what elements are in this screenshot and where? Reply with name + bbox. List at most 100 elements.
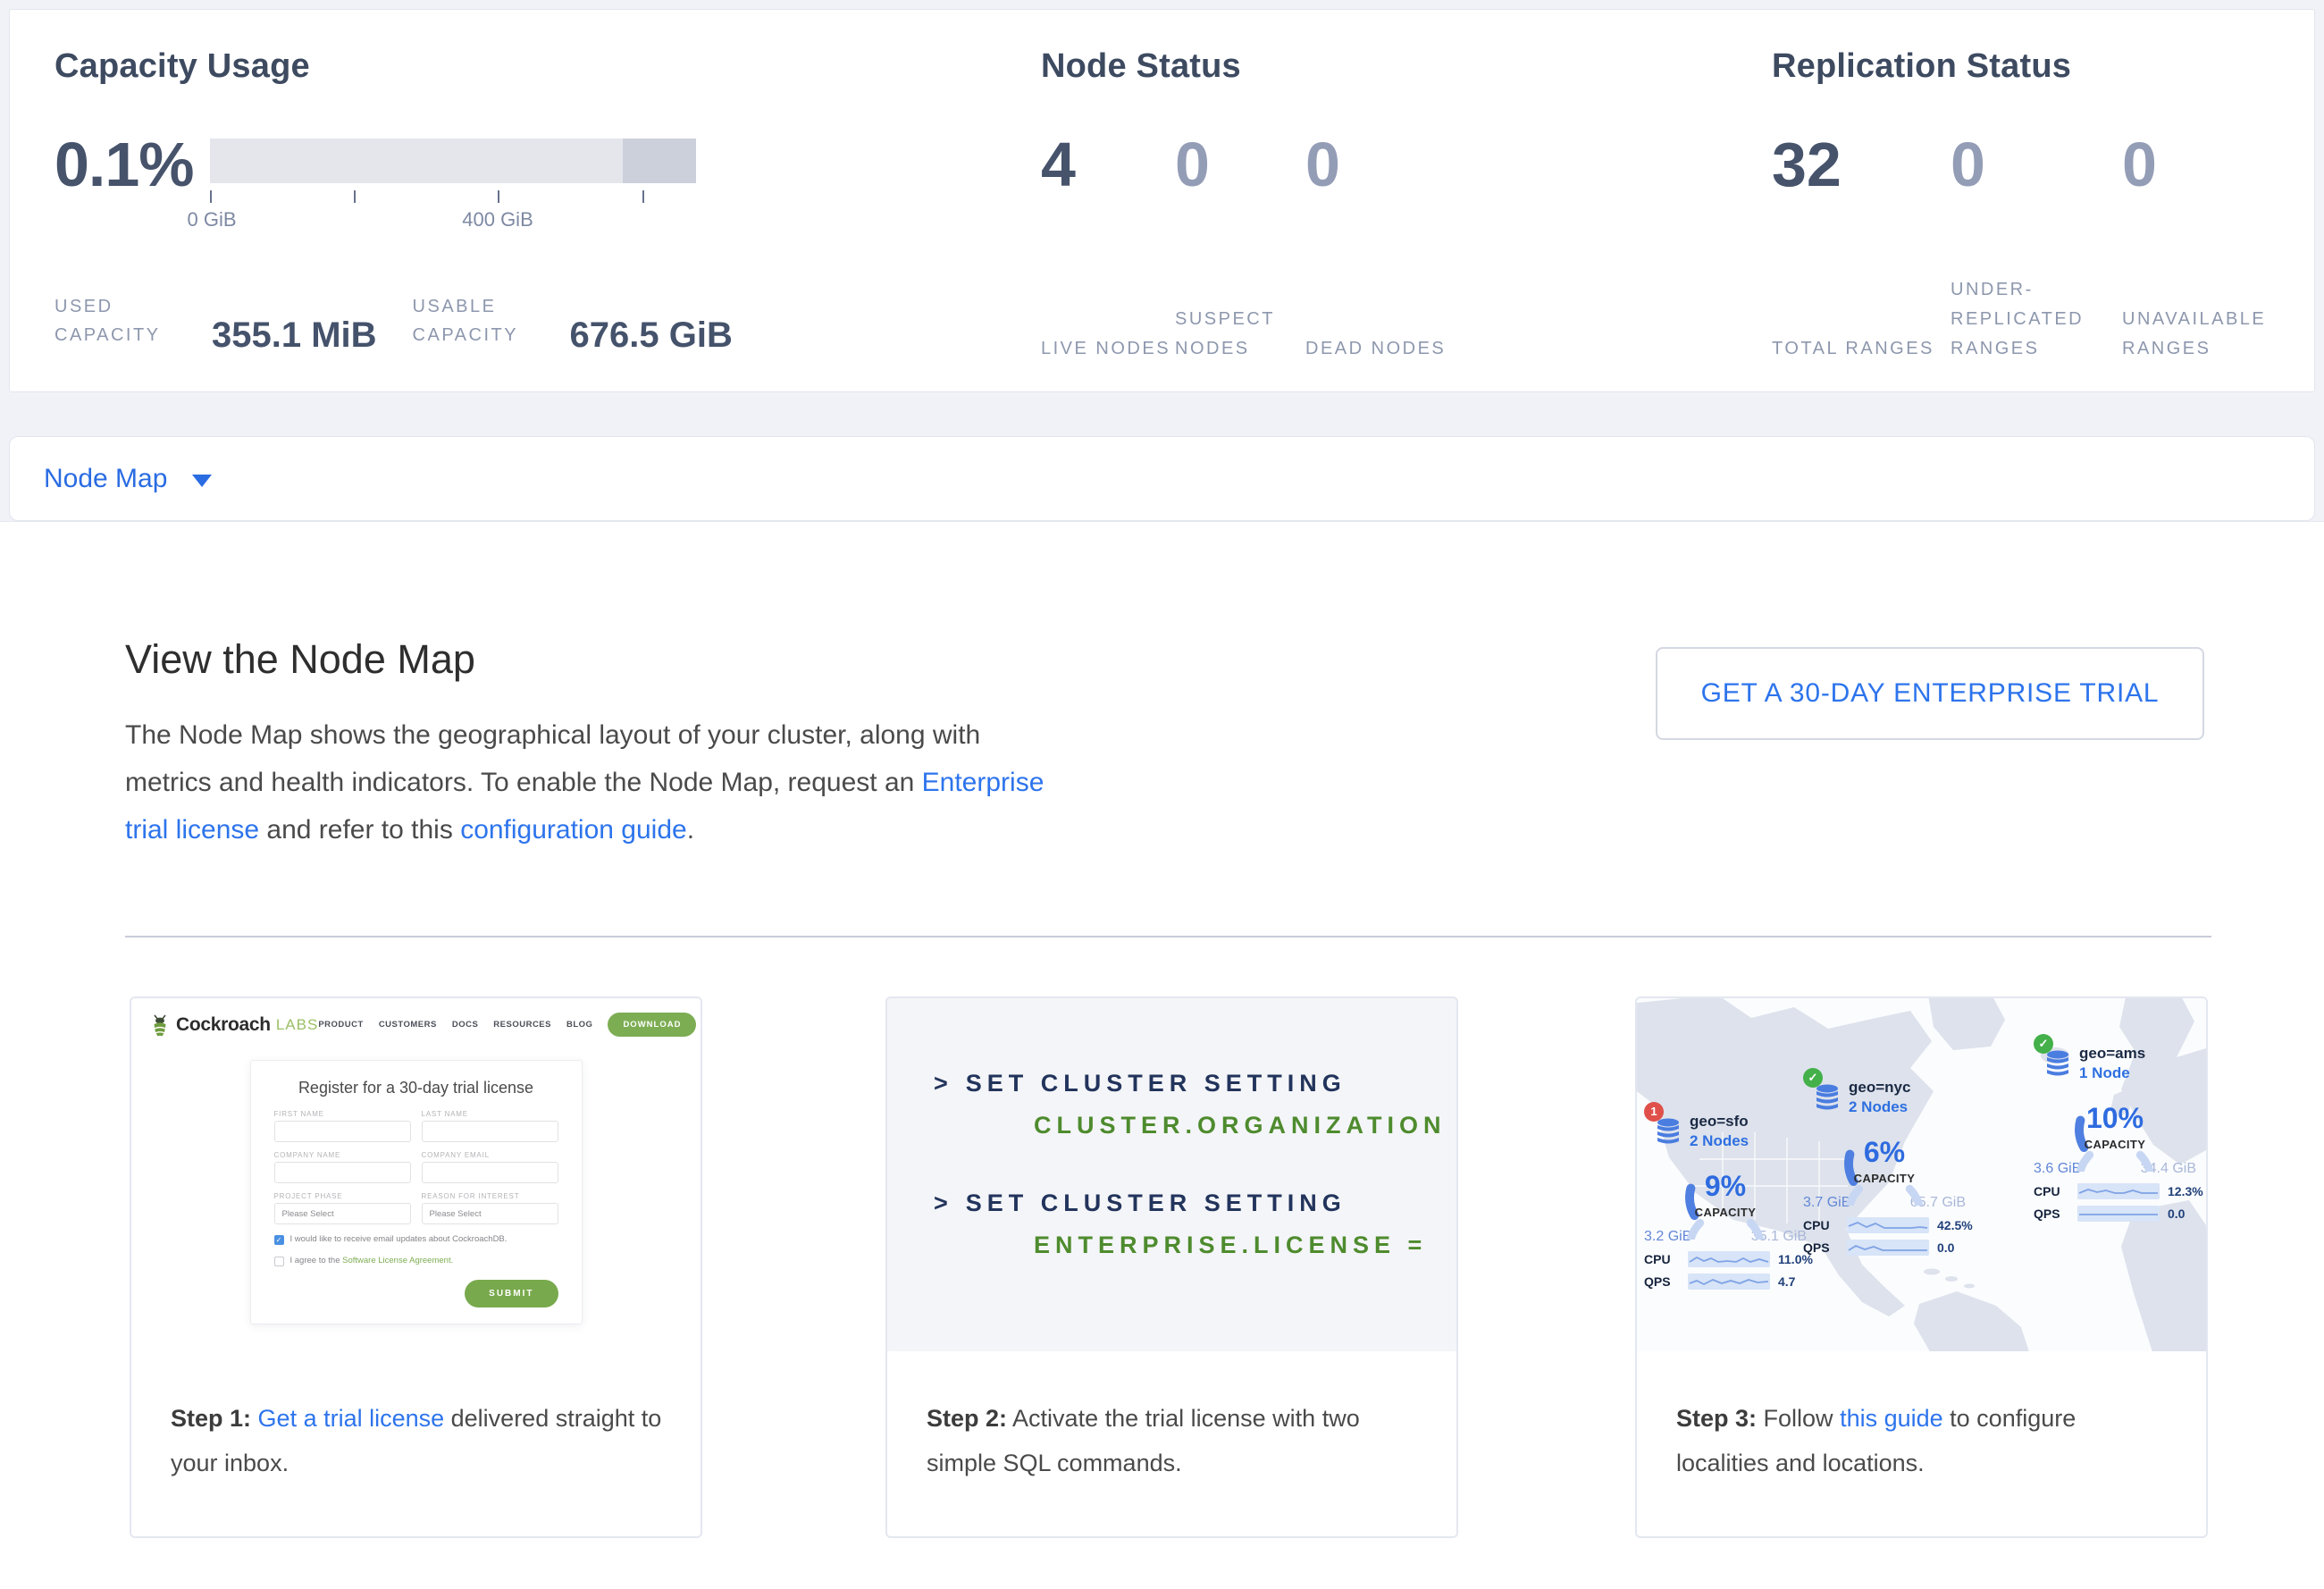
database-icon [1655, 1118, 1682, 1148]
intro-text-2: and refer to this [259, 815, 460, 845]
text-input [422, 1162, 558, 1183]
unavailable-ranges-column: 0 UNAVAILABLE RANGES [2122, 133, 2314, 364]
sql-commands-block: >SET CLUSTER SETTING CLUSTER.ORGANIZATIO… [887, 998, 1456, 1355]
cpu-row: CPU 42.5% [1803, 1217, 1973, 1233]
sql-arg-1: CLUSTER.ORGANIZATION = [1034, 1112, 1456, 1139]
sql-line-2: >SET CLUSTER SETTING [934, 1190, 1456, 1217]
software-license-agreement-link: Software License Agreement. [342, 1256, 453, 1265]
prompt-icon: > [934, 1190, 953, 1216]
node-marker-ams: ✓ geo=ams 1 Node [2034, 1045, 2203, 1222]
intro-text-3: . [687, 815, 694, 845]
unavailable-ranges-label: UNAVAILABLE RANGES [2122, 305, 2314, 364]
capacity-usage-group: Capacity Usage 0.1% 0 GiB 400 GiB [55, 10, 796, 391]
node-count: 2 Nodes [1690, 1132, 1749, 1150]
form-fields-grid: FIRST NAME LAST NAME COMPANY NAME COMPAN… [274, 1110, 558, 1224]
step1-card: Cockroach LABS PRODUCT CUSTOMERS DOCS RE… [130, 996, 702, 1538]
sql-arg-2: ENTERPRISE.LICENSE = [1034, 1232, 1456, 1259]
live-nodes-label: LIVE NODES [1041, 334, 1175, 364]
locality-name: geo=nyc [1849, 1079, 1910, 1097]
this-guide-link[interactable]: this guide [1840, 1405, 1943, 1432]
sql-statement-1: SET CLUSTER SETTING [966, 1070, 1347, 1097]
locality-name: geo=sfo [1690, 1113, 1749, 1131]
configuration-guide-link[interactable]: configuration guide [460, 815, 687, 845]
qps-sparkline [2077, 1206, 2160, 1222]
usable-capacity-value: 676.5 GiB [570, 317, 733, 353]
node-status-columns: 4 LIVE NODES 0 SUSPECT NODES 0 DEAD NODE… [1041, 133, 1457, 364]
marker-head: ✓ geo=ams 1 Node [2034, 1045, 2203, 1082]
marker-head: 1 geo=sfo 2 Nodes [1644, 1113, 1814, 1150]
live-nodes-value: 4 [1041, 133, 1175, 196]
nav-product: PRODUCT [318, 1020, 363, 1030]
qps-sparkline [1688, 1274, 1770, 1290]
node-status-group: Node Status 4 LIVE NODES 0 SUSPECT NODES… [1041, 10, 1470, 391]
checkbox-checked-icon: ✓ [274, 1235, 284, 1245]
field-label: COMPANY NAME [274, 1151, 411, 1159]
capacity-bar-unusable-segment [623, 139, 696, 183]
cpu-row: CPU 12.3% [2034, 1183, 2203, 1199]
total-ranges-value: 32 [1772, 133, 1951, 196]
capacity-meter: 0 GiB 400 GiB [210, 139, 696, 235]
cpu-label: CPU [1644, 1252, 1680, 1266]
capacity-stats-row: USED CAPACITY 355.1 MiB USABLE CAPACITY … [55, 292, 733, 353]
step2-caption: Step 2: Activate the trial license with … [887, 1351, 1456, 1536]
field-project-phase: PROJECT PHASE Please Select [274, 1192, 411, 1224]
axis-label-400gib: 400 GiB [462, 208, 533, 231]
dead-nodes-value: 0 [1305, 133, 1457, 196]
nav-resources: RESOURCES [493, 1020, 551, 1030]
license-agreement-checkbox-row: I agree to the Software License Agreemen… [274, 1256, 558, 1267]
replication-status-columns: 32 TOTAL RANGES 0 UNDER-REPLICATED RANGE… [1772, 133, 2314, 364]
healthy-badge-icon: ✓ [2034, 1034, 2053, 1054]
step2-prefix: Step 2: [927, 1405, 1007, 1432]
step1-caption: Step 1: Get a trial license delivered st… [131, 1351, 701, 1536]
database-icon [2044, 1050, 2071, 1080]
step3-prefix: Step 3: [1676, 1405, 1757, 1432]
axis-tick [498, 190, 499, 203]
qps-label: QPS [2034, 1206, 2069, 1221]
under-replicated-ranges-column: 0 UNDER-REPLICATED RANGES [1951, 133, 2122, 364]
capacity-bar [210, 139, 696, 183]
used-capacity-label: USED CAPACITY [55, 292, 201, 353]
cpu-sparkline [1847, 1217, 1929, 1233]
capacity-gauge: 9% CAPACITY [1683, 1156, 1767, 1240]
cpu-row: CPU 11.0% [1644, 1251, 1814, 1267]
capacity-percent: 6% [1842, 1136, 1926, 1169]
capacity-percent: 9% [1683, 1170, 1767, 1203]
agreement-text: I agree to the [290, 1256, 343, 1265]
cpu-value: 12.3% [2168, 1184, 2203, 1198]
field-label: FIRST NAME [274, 1110, 411, 1118]
step3-caption: Step 3: Follow this guide to configure l… [1637, 1351, 2206, 1536]
cluster-summary-panel: Capacity Usage 0.1% 0 GiB 400 GiB [9, 9, 2315, 392]
select-input: Please Select [274, 1203, 411, 1224]
license-agreement-text: I agree to the Software License Agreemen… [290, 1256, 454, 1267]
total-ranges-column: 32 TOTAL RANGES [1772, 133, 1951, 364]
get-enterprise-trial-button[interactable]: GET A 30-DAY ENTERPRISE TRIAL [1656, 647, 2204, 740]
cpu-sparkline [2077, 1183, 2160, 1199]
email-updates-text: I would like to receive email updates ab… [290, 1234, 508, 1246]
step2-card: >SET CLUSTER SETTING CLUSTER.ORGANIZATIO… [885, 996, 1458, 1538]
page-title: View the Node Map [125, 636, 475, 683]
field-label: COMPANY EMAIL [422, 1151, 558, 1159]
healthy-badge-icon: ✓ [1803, 1068, 1823, 1088]
capacity-axis-labels: 0 GiB 400 GiB [210, 208, 696, 235]
qps-row: QPS 0.0 [2034, 1206, 2203, 1222]
view-selector-bar[interactable]: Node Map [9, 436, 2315, 521]
cpu-label: CPU [1803, 1218, 1839, 1232]
text-input [274, 1162, 411, 1183]
qps-label: QPS [1644, 1274, 1680, 1289]
capacity-percent: 0.1% [55, 133, 210, 196]
nav-customers: CUSTOMERS [379, 1020, 437, 1030]
database-icon [1814, 1084, 1841, 1114]
step1-prefix: Step 1: [171, 1405, 251, 1432]
field-last-name: LAST NAME [422, 1110, 558, 1142]
field-first-name: FIRST NAME [274, 1110, 411, 1142]
suspect-nodes-column: 0 SUSPECT NODES [1175, 133, 1305, 364]
step1-text-pre [251, 1405, 258, 1432]
usable-capacity-label: USABLE CAPACITY [413, 292, 559, 353]
axis-tick [642, 190, 644, 203]
capacity-label: CAPACITY [2037, 1138, 2193, 1151]
get-trial-license-link[interactable]: Get a trial license [258, 1405, 445, 1432]
view-selector-label[interactable]: Node Map [44, 464, 167, 494]
qps-value: 4.7 [1778, 1274, 1795, 1289]
cpu-sparkline [1688, 1251, 1770, 1267]
suspect-nodes-value: 0 [1175, 133, 1305, 196]
